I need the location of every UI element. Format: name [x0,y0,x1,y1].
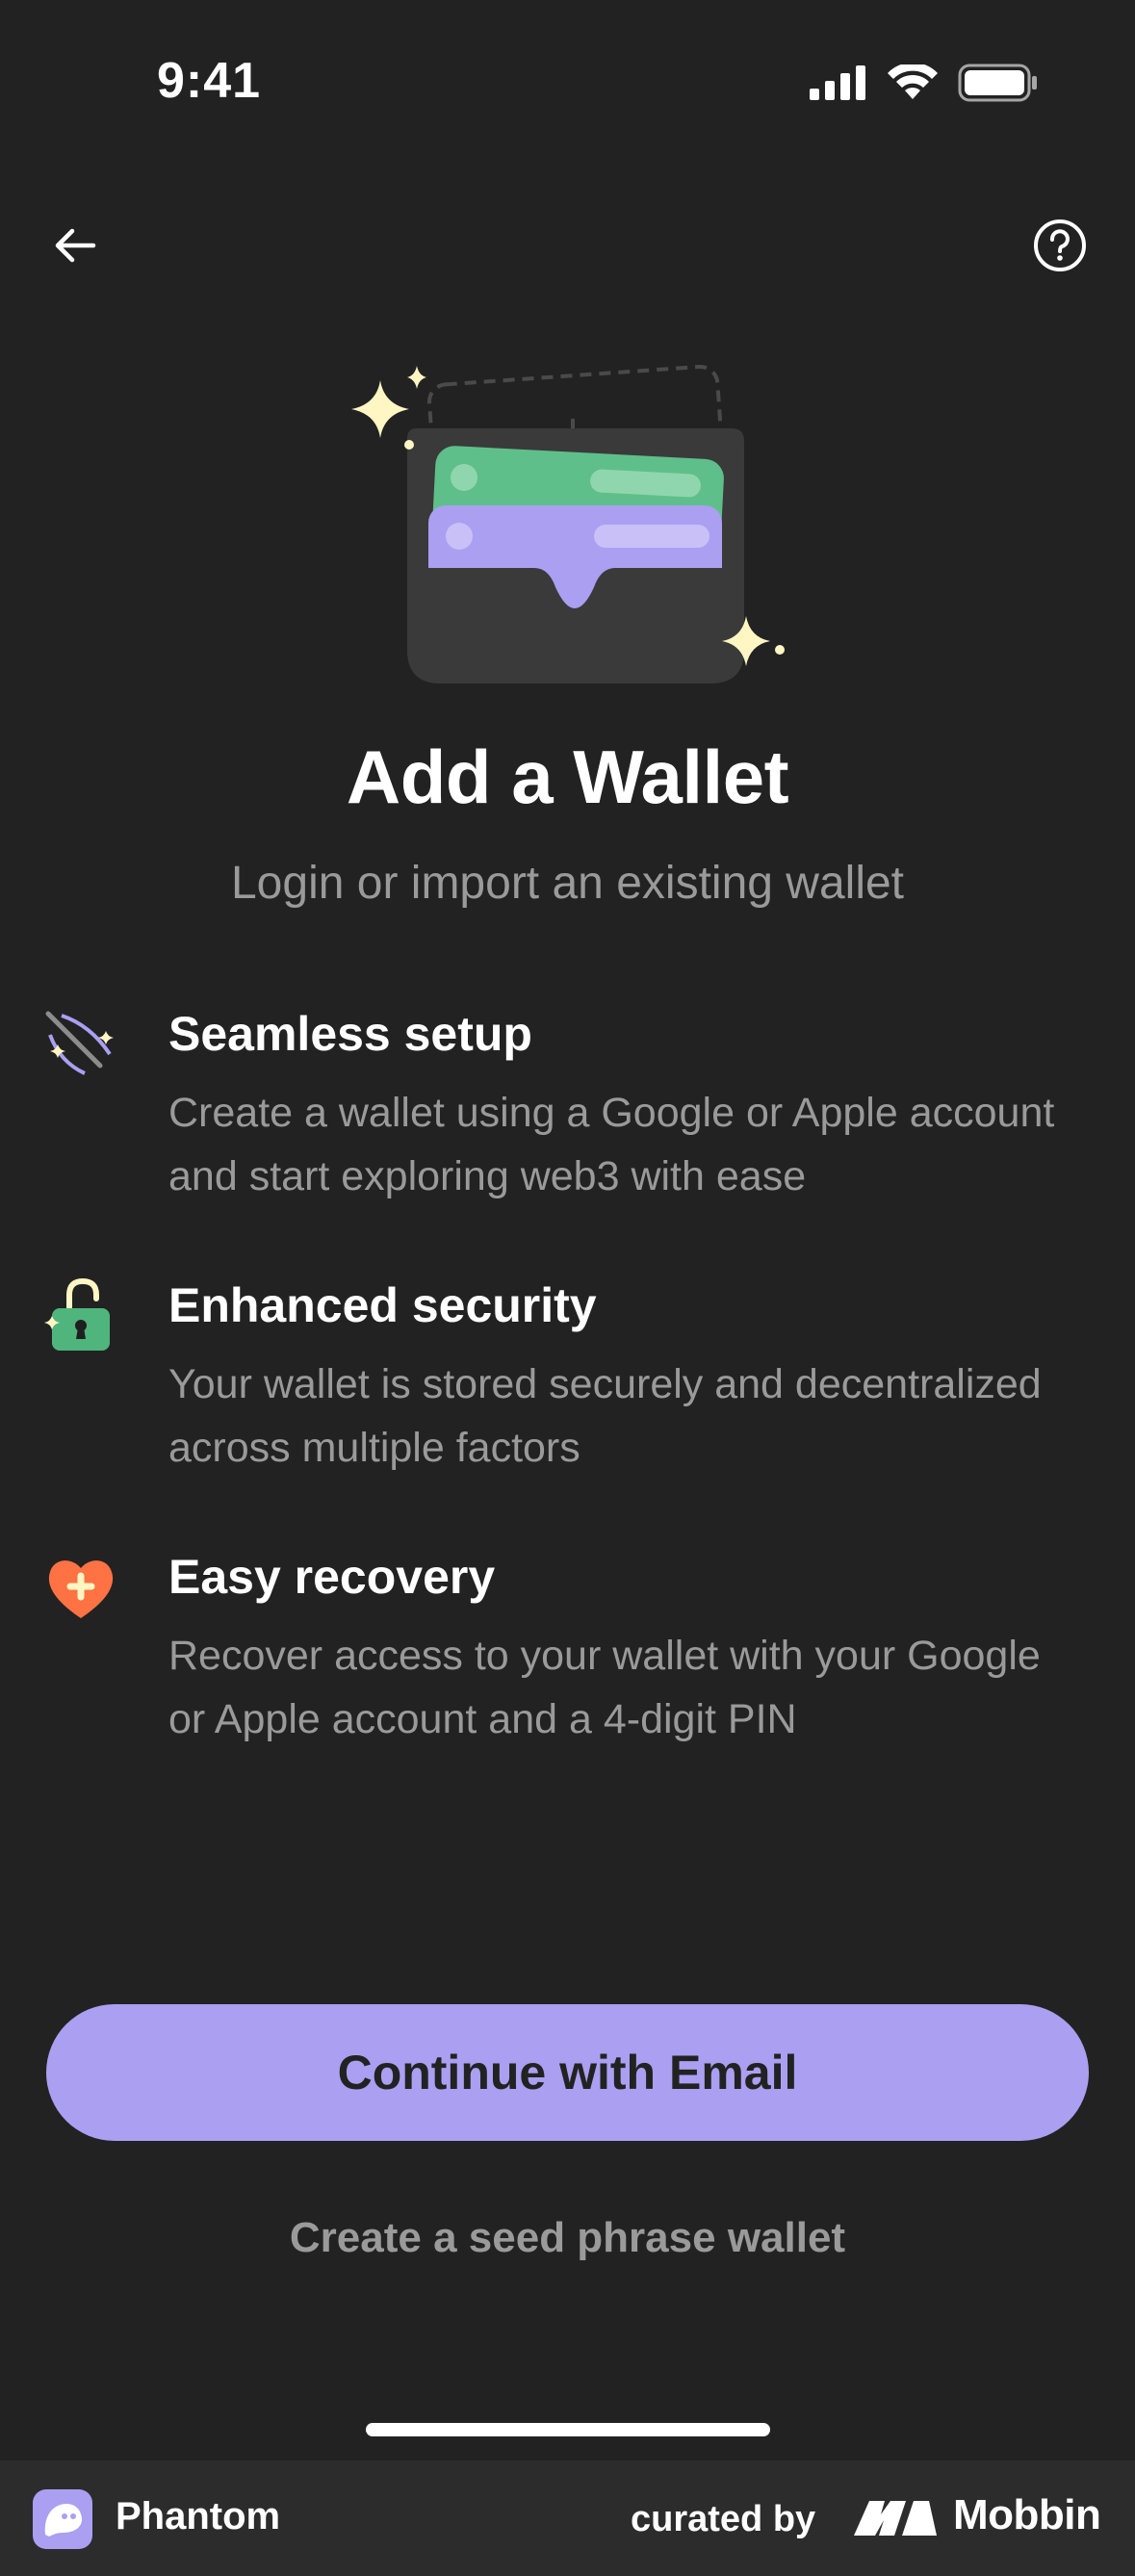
back-button[interactable] [46,217,104,274]
feature-title: Easy recovery [168,1550,496,1604]
cellular-signal-icon [810,65,865,100]
battery-icon [958,64,1037,102]
feature-description: Your wallet is stored securely and decen… [168,1361,1042,1471]
mobbin-logo-icon [852,2497,939,2542]
continue-with-email-button[interactable]: Continue with Email [46,2004,1089,2141]
wand-sparkle-icon [42,1006,119,1083]
heart-plus-icon [42,1549,119,1626]
page-title: Add a Wallet [346,734,789,819]
question-circle-icon [1034,219,1086,271]
wallet-cards-illustration [342,356,804,693]
footer-app-name: Phantom [116,2495,281,2537]
feature-title: Enhanced security [168,1278,597,1332]
arrow-left-icon [55,228,96,263]
help-button[interactable] [1031,217,1089,274]
status-icons [810,64,1039,102]
wifi-icon [888,64,938,99]
feature-description: Recover access to your wallet with your … [168,1633,1041,1742]
unlocked-padlock-icon [42,1277,119,1354]
feature-enhanced-security: Enhanced security Your wallet is stored … [0,1277,1135,1499]
phantom-logo-icon [33,2489,92,2549]
create-seed-phrase-wallet-link[interactable]: Create a seed phrase wallet [0,2214,1135,2262]
feature-seamless-setup: Seamless setup Create a wallet using a G… [0,1006,1135,1227]
feature-title: Seamless setup [168,1007,532,1061]
status-bar: 9:41 [0,0,1135,173]
footer-curated-by: curated by [631,2499,816,2539]
feature-easy-recovery: Easy recovery Recover access to your wal… [0,1549,1135,1770]
feature-description: Create a wallet using a Google or Apple … [168,1090,1055,1199]
status-time: 9:41 [157,53,262,109]
page-subtitle: Login or import an existing wallet [230,858,905,909]
home-indicator [366,2423,770,2436]
footer-brand: Mobbin [953,2491,1101,2538]
footer-bar: Phantom curated by Mobbin [0,2460,1135,2576]
